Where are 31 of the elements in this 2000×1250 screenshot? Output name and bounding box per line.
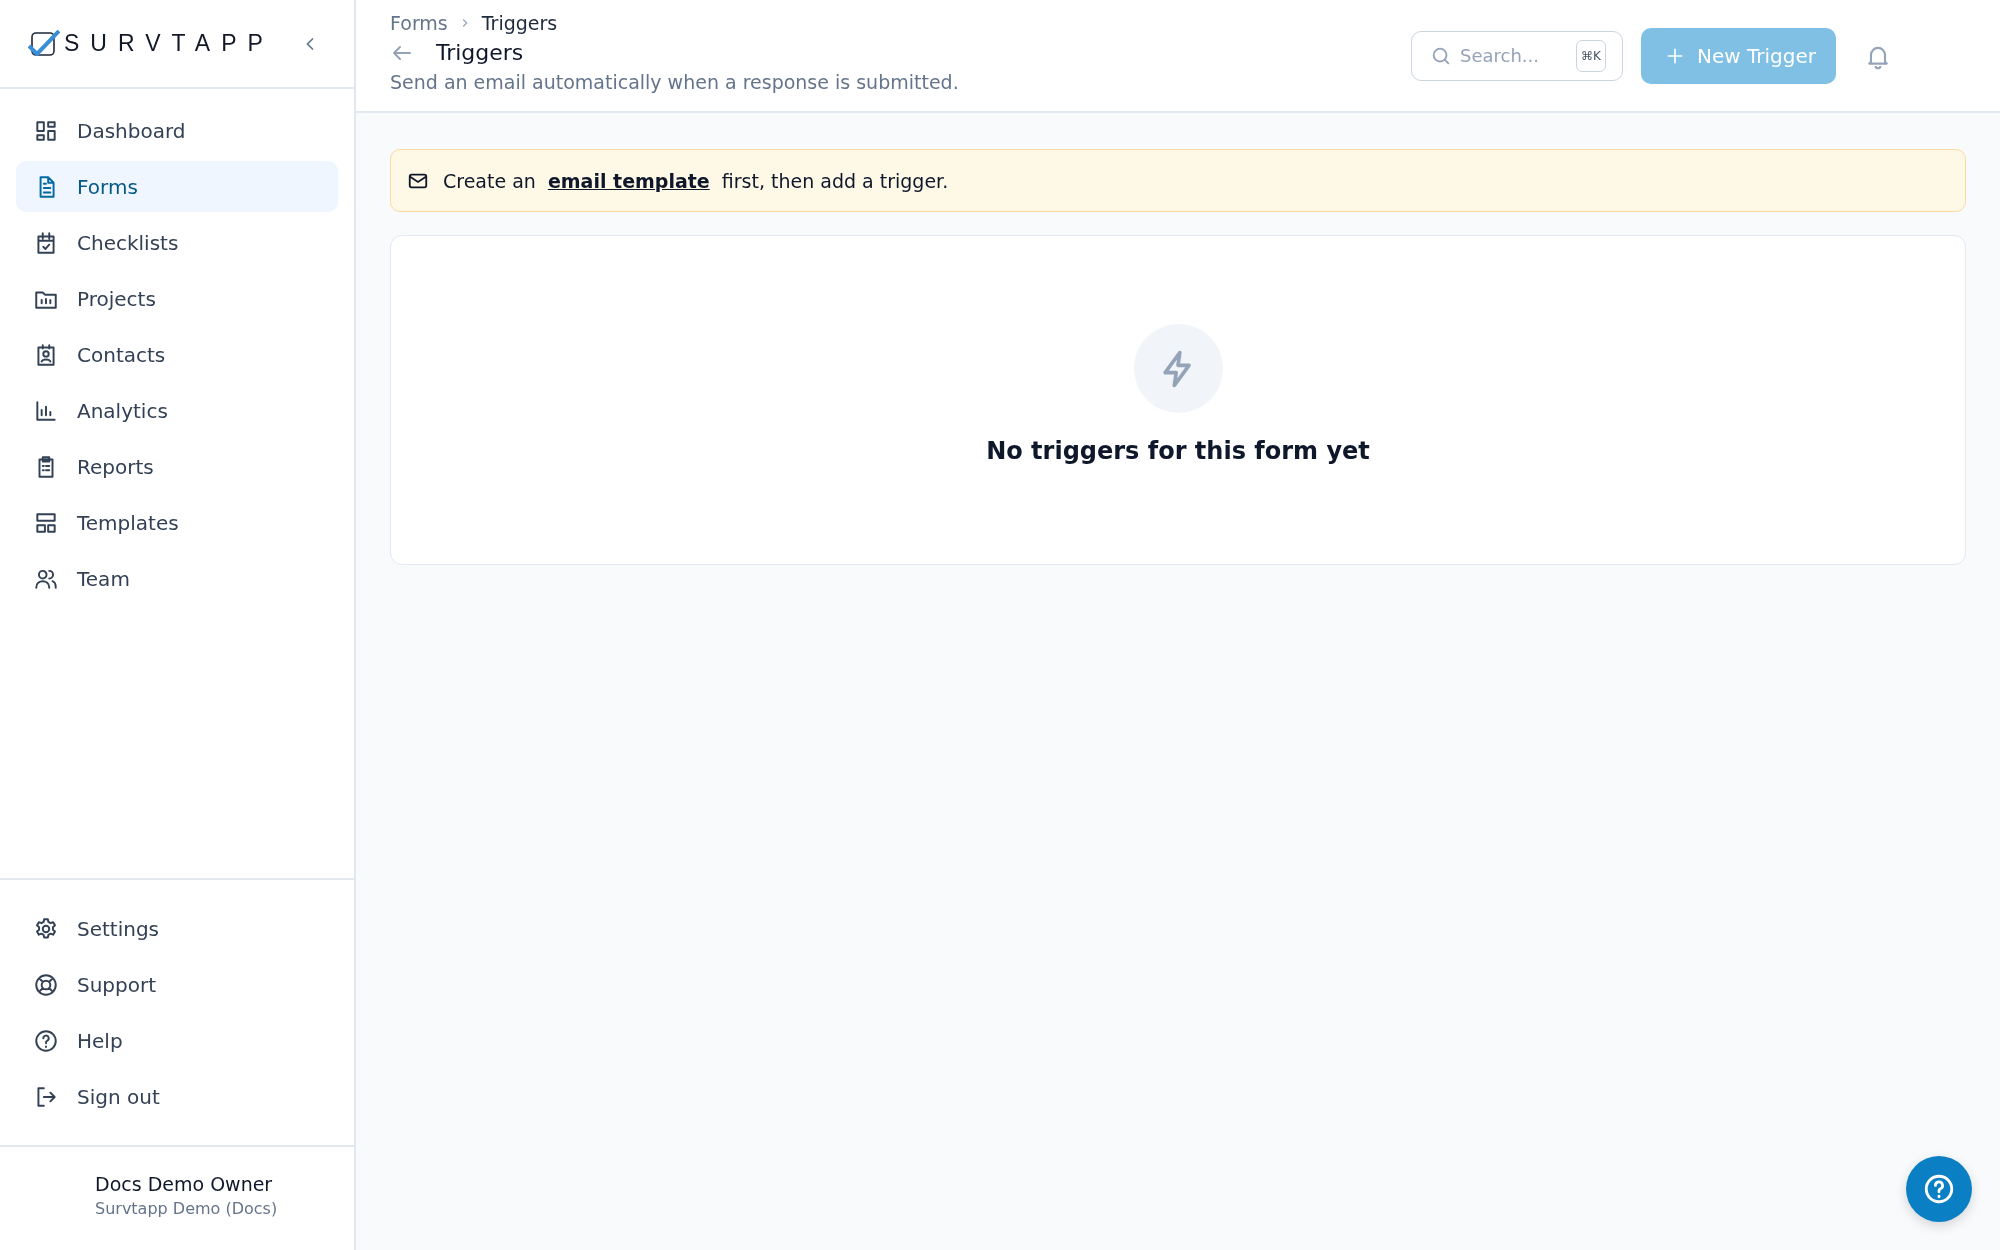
notice-text: Create an email template first, then add a trigger. (443, 169, 949, 192)
help-icon (1922, 1172, 1956, 1206)
nav-item[interactable]: Support (16, 959, 338, 1010)
nav-item[interactable]: Sign out (16, 1071, 338, 1122)
search-field[interactable]: Search... (1460, 45, 1569, 66)
nav-item[interactable]: Checklists (16, 217, 338, 268)
empty-state-title: No triggers for this form yet (986, 437, 1370, 465)
logo-wordmark: SURVTAPP (64, 30, 274, 57)
breadcrumb-link[interactable]: Triggers (481, 12, 558, 34)
breadcrumb-link[interactable]: Forms (390, 12, 448, 34)
page-title: Triggers (436, 40, 524, 65)
nav-item[interactable]: Analytics (16, 385, 338, 436)
lifebuoy-icon (33, 971, 59, 998)
email-template-link[interactable]: email template (547, 169, 710, 192)
page-subtitle: Send an email automatically when a response is submitted. (390, 71, 959, 93)
organization-name: Survtapp Demo (Docs) (95, 1199, 279, 1218)
logo-check-icon (28, 29, 60, 58)
nav-item[interactable]: Reports (16, 441, 338, 492)
nav-item[interactable]: Projects (16, 273, 338, 324)
nav-item[interactable]: Templates (16, 497, 338, 548)
nav-item[interactable]: Contacts (16, 329, 338, 380)
user-name: Docs Demo Owner (95, 1173, 274, 1195)
nav-item[interactable]: Settings (16, 903, 338, 954)
nav-item[interactable]: Dashboard (16, 105, 338, 156)
help-icon (33, 1027, 59, 1054)
nav-item[interactable]: Team (16, 553, 338, 604)
shortcut-key: ⌘K (1576, 39, 1606, 72)
nav-item[interactable]: Forms (16, 161, 338, 212)
nav-item[interactable]: Help (16, 1015, 338, 1066)
help-button[interactable] (1906, 1156, 1972, 1222)
settings-icon (33, 915, 59, 942)
